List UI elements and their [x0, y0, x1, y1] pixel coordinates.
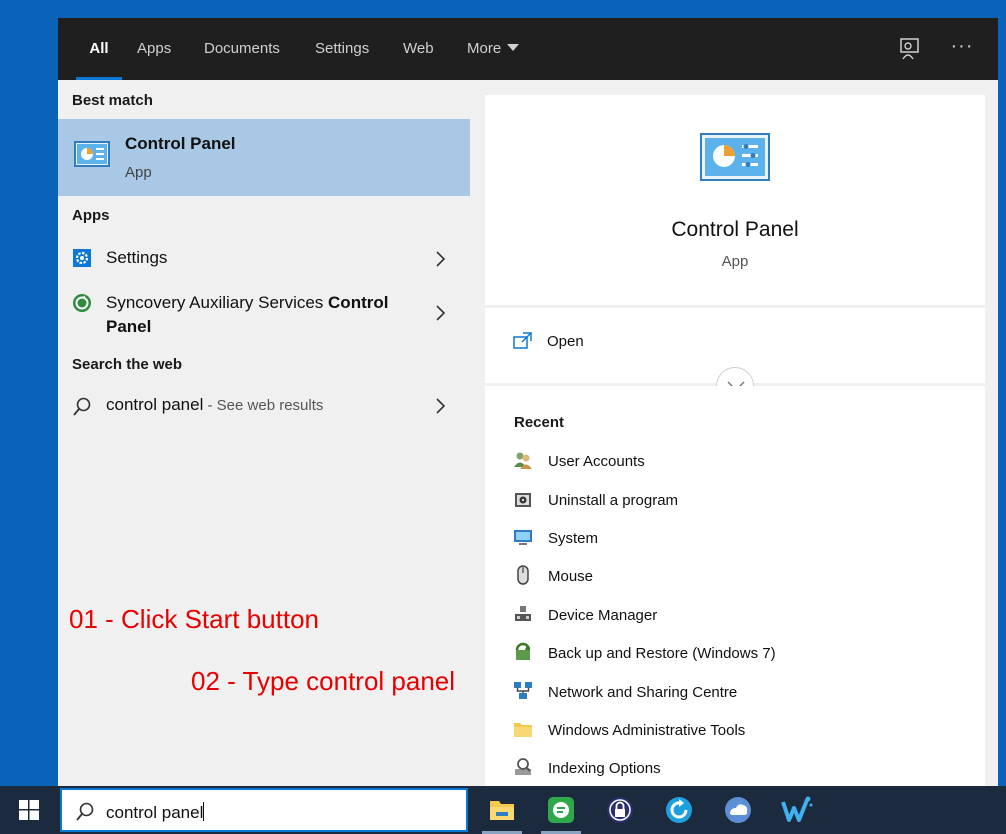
best-match-heading: Best match — [72, 92, 153, 109]
recent-heading: Recent — [514, 414, 565, 431]
open-label: Open — [547, 333, 584, 350]
lock-app-icon — [607, 797, 633, 823]
apps-heading: Apps — [72, 207, 110, 224]
best-match-title: Control Panel — [125, 134, 236, 153]
taskbar-lock-app[interactable] — [600, 790, 640, 830]
recent-item-uninstall[interactable]: Uninstall a program — [513, 486, 953, 514]
recent-item-device-manager[interactable]: Device Manager — [513, 601, 953, 629]
preview-header: Control Panel App — [485, 95, 985, 305]
recent-item-admin-tools[interactable]: Windows Administrative Tools — [513, 716, 953, 744]
web-result-label: control panel - See web results — [106, 395, 323, 415]
taskbar: control panel — [0, 786, 1006, 834]
app-result-syncovery[interactable]: Syncovery Auxiliary Services Control Pan… — [58, 285, 470, 341]
system-icon — [514, 530, 532, 545]
recent-item-system[interactable]: System — [513, 524, 953, 552]
recent-item-backup-restore[interactable]: Back up and Restore (Windows 7) — [513, 639, 953, 667]
open-external-icon — [513, 332, 532, 349]
windows-logo-icon — [19, 800, 39, 820]
search-web-heading: Search the web — [72, 356, 183, 373]
start-button[interactable] — [0, 786, 58, 834]
taskbar-cloud-app[interactable] — [718, 790, 758, 830]
taskbar-search-input[interactable]: control panel — [60, 788, 468, 832]
recent-section: Recent User Accounts Uninstall a program… — [485, 386, 985, 786]
app-result-settings[interactable]: Settings — [58, 240, 470, 276]
search-icon — [76, 802, 94, 821]
indexing-icon — [515, 758, 531, 775]
recent-item-indexing[interactable]: Indexing Options — [513, 754, 953, 782]
control-panel-icon — [700, 133, 770, 181]
recent-item-label: System — [548, 530, 599, 547]
backup-restore-icon — [515, 642, 531, 660]
search-icon — [73, 397, 91, 416]
refresh-app-icon — [666, 797, 692, 823]
chevron-down-icon — [507, 44, 520, 51]
taskbar-file-explorer[interactable] — [482, 790, 522, 834]
recent-item-label: Network and Sharing Centre — [548, 684, 738, 701]
annotation-step-2: 02 - Type control panel — [191, 666, 456, 696]
best-match-subtitle: App — [125, 164, 152, 181]
mouse-icon — [517, 565, 529, 585]
web-query: control panel — [106, 395, 204, 414]
search-value: control panel — [106, 802, 205, 823]
recent-item-label: Indexing Options — [548, 760, 661, 777]
feedback-icon — [900, 38, 919, 60]
chevron-right-icon[interactable] — [434, 396, 448, 416]
results-list: Best match Control Panel App Apps Settin… — [58, 80, 470, 786]
tab-web[interactable]: Web — [403, 18, 434, 80]
uninstall-icon — [515, 493, 531, 507]
preview-app-name: Control Panel — [671, 218, 799, 241]
preview-app-type: App — [721, 253, 749, 270]
web-result-control-panel[interactable]: control panel - See web results — [58, 390, 470, 426]
tab-more[interactable]: More — [467, 18, 520, 80]
recent-item-label: Windows Administrative Tools — [548, 722, 746, 739]
recent-item-label: Mouse — [548, 568, 594, 585]
network-icon — [514, 682, 532, 699]
tab-apps[interactable]: Apps — [137, 18, 171, 80]
recent-item-label: Device Manager — [548, 607, 658, 624]
recent-item-mouse[interactable]: Mouse — [513, 562, 953, 590]
control-panel-icon — [74, 141, 110, 167]
recent-item-label: Uninstall a program — [548, 492, 679, 509]
tab-settings[interactable]: Settings — [315, 18, 369, 80]
taskbar-refresh-app[interactable] — [659, 790, 699, 830]
search-tab-bar: All Apps Documents Settings Web More ··· — [58, 18, 998, 80]
gear-icon — [73, 249, 91, 267]
cloud-app-icon — [725, 797, 751, 823]
taskbar-green-app[interactable] — [541, 790, 581, 834]
app-result-label: Settings — [106, 248, 168, 267]
recent-item-label: User Accounts — [548, 453, 645, 470]
user-accounts-icon — [514, 452, 532, 469]
device-manager-icon — [515, 606, 531, 621]
app-result-label: Syncovery Auxiliary Services Control Pan… — [106, 291, 406, 339]
recent-item-label: Back up and Restore (Windows 7) — [548, 645, 776, 662]
more-options-button[interactable]: ··· — [948, 36, 976, 62]
chevron-right-icon[interactable] — [434, 303, 448, 323]
recent-item-network[interactable]: Network and Sharing Centre — [513, 678, 953, 706]
tab-more-label: More — [467, 40, 502, 57]
tab-documents[interactable]: Documents — [204, 18, 280, 80]
syncovery-label-prefix: Syncovery Auxiliary Services — [106, 293, 329, 312]
best-match-control-panel[interactable]: Control Panel App — [58, 119, 470, 196]
syncovery-icon — [73, 294, 91, 312]
green-app-icon — [548, 797, 574, 823]
annotation-step-1: 01 - Click Start button — [69, 604, 319, 634]
taskbar-w-app[interactable] — [777, 790, 817, 830]
feedback-button[interactable] — [896, 36, 924, 62]
w-app-icon — [781, 796, 813, 822]
web-result-suffix: - See web results — [203, 397, 324, 414]
folder-icon — [514, 723, 532, 737]
search-text: control panel — [106, 803, 204, 822]
chevron-right-icon[interactable] — [434, 249, 448, 269]
file-explorer-icon — [490, 801, 514, 820]
tab-all[interactable]: All — [76, 18, 122, 80]
text-cursor — [203, 802, 205, 821]
recent-item-user-accounts[interactable]: User Accounts — [513, 447, 953, 475]
search-panel: All Apps Documents Settings Web More ···… — [58, 18, 998, 786]
